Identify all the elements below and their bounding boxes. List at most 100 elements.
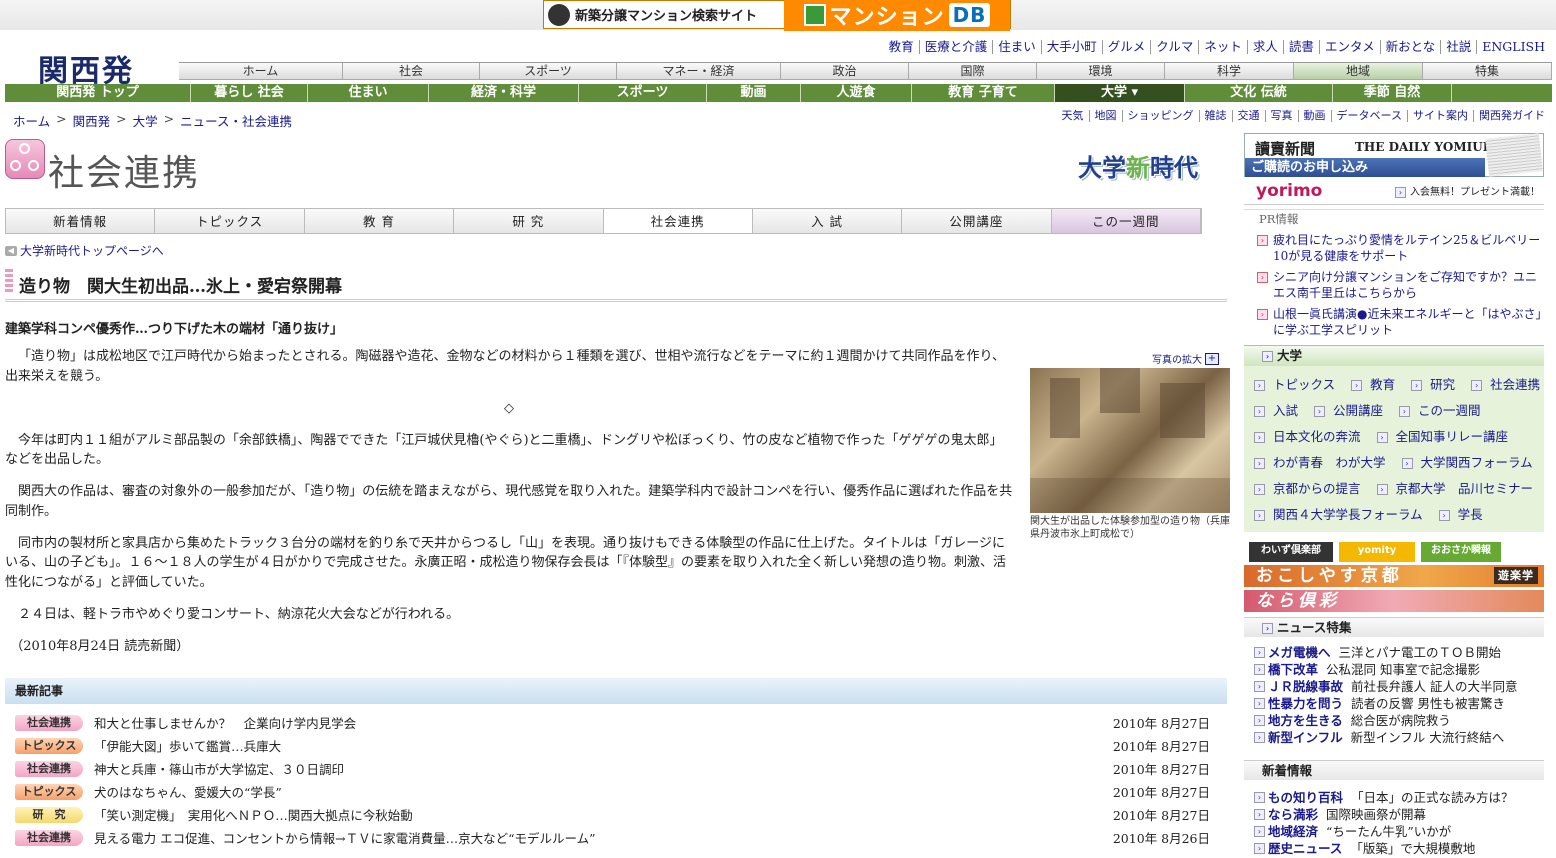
- section-tab[interactable]: 公開講座: [902, 209, 1052, 233]
- photo-zoom-text[interactable]: 写真の拡大: [1152, 351, 1202, 366]
- university-link[interactable]: › 研究: [1411, 377, 1463, 392]
- news-feature-item[interactable]: › 地域経済 “ちーたん牛乳”いかが: [1244, 823, 1544, 840]
- news-feature-text[interactable]: 前社長弁護人 証人の大半同意: [1351, 679, 1517, 694]
- university-link[interactable]: › 大学関西フォーラム: [1401, 455, 1541, 470]
- subscribe-bar[interactable]: ご購読のお申し込み: [1245, 158, 1485, 177]
- pr-item-text[interactable]: 山根一眞氏講演●近未来エネルギーと「はやぶさ」に学ぶ工学スピリット: [1273, 307, 1541, 337]
- latest-article-title[interactable]: 犬のはなちゃん、愛媛大の“学長”: [94, 781, 282, 804]
- latest-article-title[interactable]: 神大と兵庫・篠山市が大学協定、３０日調印: [94, 758, 344, 781]
- section-tab[interactable]: 研 究: [454, 209, 604, 233]
- news-feature-keyword[interactable]: 橋下改革: [1268, 662, 1318, 677]
- news-feature-item[interactable]: › なら満彩 国際映画祭が開幕: [1244, 806, 1544, 823]
- latest-article-row[interactable]: トピックス 「伊能大図」歩いて鑑賞…兵庫大 2010年 8月27日: [5, 735, 1227, 758]
- breadcrumb-item[interactable]: 関西発: [73, 111, 111, 130]
- university-link-text[interactable]: 教育: [1370, 377, 1395, 392]
- latest-article-row[interactable]: 社会連携 見える電力 エコ促進、コンセントから情報→ＴＶに家電消費量…京大など“モ…: [5, 827, 1227, 850]
- category-badge[interactable]: 社会連携: [15, 830, 83, 846]
- university-link[interactable]: › この一週間: [1399, 403, 1489, 418]
- news-feature-text[interactable]: 新型インフル 大流行終結へ: [1351, 730, 1505, 745]
- section-tab[interactable]: 入 試: [752, 209, 903, 233]
- university-link[interactable]: › 学長: [1438, 507, 1491, 522]
- news-feature-item[interactable]: › メガ電機へ 三洋とパナ電工のＴＯＢ開始: [1244, 644, 1544, 661]
- university-link[interactable]: › 全国知事リレー講座: [1376, 429, 1517, 444]
- news-feature-item[interactable]: › 歴史ニュース 「版築」で大規模敷地: [1244, 840, 1544, 857]
- news-feature-item[interactable]: › もの知り百科 「日本」の正式な読み方は？: [1244, 789, 1544, 806]
- utility-link[interactable]: 動画: [1297, 110, 1331, 122]
- news-feature-keyword[interactable]: 地域経済: [1268, 824, 1318, 839]
- university-link-text[interactable]: トピックス: [1273, 377, 1335, 392]
- news-feature-keyword[interactable]: 性暴力を問う: [1268, 696, 1343, 711]
- top-link[interactable]: ネット: [1198, 40, 1247, 54]
- yorimo-logo[interactable]: yorimo: [1256, 181, 1322, 201]
- pr-item-text[interactable]: シニア向け分譲マンションをご存知ですか？ユニエス南千里丘はこちらから: [1273, 270, 1537, 300]
- news-feature-item[interactable]: › ＪＲ脱線事故 前社長弁護人 証人の大半同意: [1244, 678, 1544, 695]
- top-link[interactable]: クルマ: [1150, 40, 1198, 54]
- news-feature-keyword[interactable]: なら満彩: [1268, 807, 1318, 822]
- utility-link[interactable]: ショッピング: [1121, 110, 1199, 122]
- breadcrumb-item[interactable]: 大学: [133, 111, 158, 130]
- news-feature-keyword[interactable]: 新型インフル: [1268, 730, 1343, 745]
- news-feature-text[interactable]: “ちーたん牛乳”いかが: [1326, 824, 1451, 839]
- category-badge[interactable]: 社会連携: [15, 761, 83, 777]
- university-link-text[interactable]: 研究: [1430, 377, 1455, 392]
- top-link[interactable]: ENGLISH: [1476, 40, 1550, 54]
- article-photo[interactable]: [1030, 368, 1230, 513]
- news-feature-item[interactable]: › 性暴力を問う 読者の反響 男性も被害驚き: [1244, 695, 1544, 712]
- yorimo-text[interactable]: › 入会無料！プレゼント満載！: [1395, 183, 1540, 198]
- university-link[interactable]: › わが青春 わが大学: [1254, 455, 1394, 470]
- news-feature-keyword[interactable]: 歴史ニュース: [1268, 841, 1342, 856]
- breadcrumb-item[interactable]: ニュース・社会連携: [180, 111, 292, 130]
- news-feature-keyword[interactable]: メガ電機へ: [1268, 645, 1331, 660]
- category-tab[interactable]: マネー・経済: [617, 63, 781, 80]
- mansion-db-ad-banner[interactable]: 新築分譲マンション検索サイト マンション DB: [543, 0, 1011, 31]
- category-badge[interactable]: トピックス: [15, 784, 83, 800]
- top-link[interactable]: グルメ: [1101, 40, 1151, 54]
- kansai-nav-item[interactable]: 住まい: [308, 84, 429, 102]
- kansai-nav-item[interactable]: スポーツ: [579, 84, 707, 102]
- latest-article-row[interactable]: トピックス 犬のはなちゃん、愛媛大の“学長” 2010年 8月27日: [5, 781, 1227, 804]
- utility-link[interactable]: 地図: [1088, 110, 1122, 122]
- pr-item-text[interactable]: 疲れ目にたっぷり愛情をルテイン25＆ビルベリー10が見る健康をサポート: [1273, 233, 1540, 263]
- university-link[interactable]: › 教育: [1351, 377, 1403, 392]
- news-feature-text[interactable]: 三洋とパナ電工のＴＯＢ開始: [1339, 645, 1502, 660]
- university-link[interactable]: › 公開講座: [1314, 403, 1391, 418]
- top-link[interactable]: 教育: [884, 40, 919, 54]
- category-tab[interactable]: 科学: [1165, 63, 1294, 80]
- kansai-nav-item[interactable]: 動画: [707, 84, 801, 102]
- category-tab[interactable]: 社会: [343, 63, 480, 80]
- utility-link[interactable]: 天気: [1057, 110, 1089, 122]
- university-link-text[interactable]: 日本文化の奔流: [1273, 429, 1361, 444]
- section-tab[interactable]: この一週間: [1051, 209, 1201, 233]
- university-link-text[interactable]: 全国知事リレー講座: [1396, 429, 1509, 444]
- top-link[interactable]: エンタメ: [1318, 40, 1380, 54]
- small-ad[interactable]: おおさか瞬報: [1421, 542, 1501, 562]
- university-link-text[interactable]: わが青春 わが大学: [1273, 455, 1386, 470]
- pr-item[interactable]: › 疲れ目にたっぷり愛情をルテイン25＆ビルベリー10が見る健康をサポート: [1244, 233, 1544, 264]
- university-link[interactable]: › 関西４大学学長フォーラム: [1254, 507, 1431, 522]
- section-tab[interactable]: 新着情報: [6, 209, 156, 233]
- nara-banner[interactable]: なら倶彩: [1244, 590, 1544, 612]
- university-link[interactable]: › 京都からの提言: [1254, 481, 1369, 496]
- category-badge[interactable]: 研 究: [15, 807, 83, 823]
- kansai-nav-item[interactable]: 暮らし 社会: [191, 84, 308, 102]
- university-link[interactable]: › 京都大学 品川セミナー: [1376, 481, 1542, 496]
- news-feature-keyword[interactable]: 地方を生きる: [1268, 713, 1343, 728]
- category-tab[interactable]: 政治: [781, 63, 909, 80]
- university-link-text[interactable]: 関西４大学学長フォーラム: [1273, 507, 1423, 522]
- utility-link[interactable]: 写真: [1264, 110, 1298, 122]
- university-link[interactable]: › トピックス: [1254, 377, 1343, 392]
- category-badge[interactable]: 社会連携: [15, 715, 83, 731]
- back-link-text[interactable]: 大学新時代トップページへ: [20, 242, 164, 259]
- top-link[interactable]: 新おとな: [1379, 40, 1441, 54]
- news-feature-item[interactable]: › 橋下改革 公私混同 知事室で記念撮影: [1244, 661, 1544, 678]
- university-link-text[interactable]: 公開講座: [1333, 403, 1383, 418]
- top-link[interactable]: 大手小町: [1040, 40, 1102, 54]
- top-link[interactable]: 社説: [1440, 40, 1476, 54]
- news-feature-text[interactable]: 公私混同 知事室で記念撮影: [1326, 662, 1480, 677]
- news-feature-item[interactable]: › 新型インフル 新型インフル 大流行終結へ: [1244, 729, 1544, 746]
- zoom-plus-icon[interactable]: +: [1205, 352, 1219, 365]
- university-link-text[interactable]: 京都からの提言: [1273, 481, 1361, 496]
- latest-article-row[interactable]: 社会連携 神大と兵庫・篠山市が大学協定、３０日調印 2010年 8月27日: [5, 758, 1227, 781]
- university-link[interactable]: › 社会連携: [1471, 377, 1548, 392]
- section-tab[interactable]: 教 育: [304, 209, 455, 233]
